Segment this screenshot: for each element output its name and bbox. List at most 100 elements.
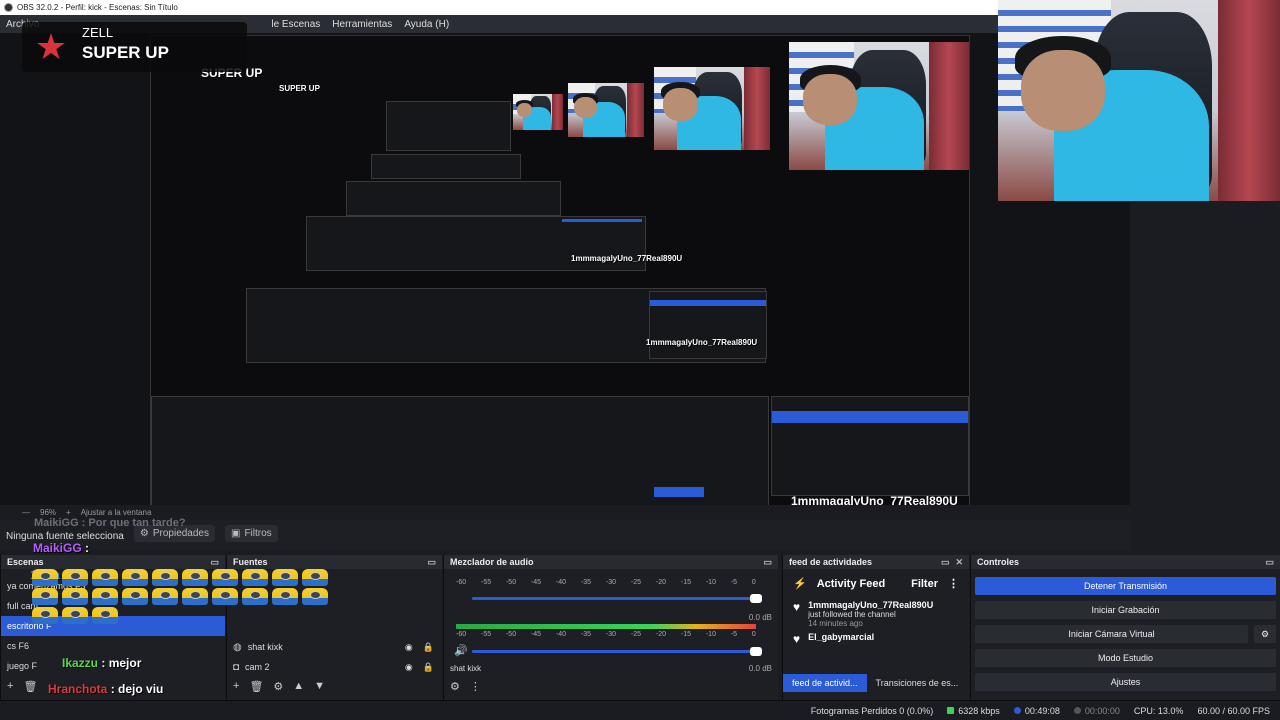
- undock-icon[interactable]: ▭: [763, 557, 772, 568]
- gear-icon: ⚙: [139, 528, 149, 539]
- source-settings-icon[interactable]: ⚙: [273, 680, 283, 693]
- feed-dock-title: feed de actividades ▭ ✕: [783, 555, 969, 569]
- webcam-nested-3: [568, 83, 644, 137]
- audio-meter: [456, 624, 756, 629]
- zoom-minus-icon[interactable]: —: [22, 508, 30, 517]
- undock-icon[interactable]: ▭: [427, 557, 436, 568]
- volume-knob-1[interactable]: [750, 594, 762, 603]
- menu-escenas[interactable]: le Escenas: [265, 19, 326, 30]
- feed-item-0: ♥ 1mmmagalyUno_77Real890U just followed …: [783, 598, 969, 630]
- overlay-name: ZELL: [82, 25, 114, 40]
- volume-fill-2: [472, 650, 762, 653]
- move-up-icon[interactable]: ▲: [293, 680, 304, 692]
- feed-header-label: Activity Feed: [816, 577, 886, 590]
- scene-label: full cam: [7, 601, 39, 611]
- fps-stat: 60.00 / 60.00 FPS: [1197, 705, 1270, 716]
- feed-item-name: El_gabymarcial: [808, 632, 875, 642]
- menu-herramientas[interactable]: Herramientas: [326, 19, 398, 30]
- undock-icon[interactable]: ▭: [941, 557, 950, 568]
- remove-source-icon[interactable]: 🗑: [249, 680, 263, 693]
- remove-scene-icon[interactable]: 🗑: [23, 680, 37, 693]
- chat-line-3: Hranchota : dejo viu: [48, 682, 164, 696]
- bitrate-stat: 6328 kbps: [947, 706, 1000, 716]
- undock-icon[interactable]: ▭: [1265, 557, 1274, 568]
- scene-label: juego F: [7, 661, 38, 671]
- mixer-scale-2: -60 -55 -50 -45 -40 -35 -30 -25 -20 -15 -10 -5 0: [456, 631, 756, 638]
- mixer-footer: ⚙ ⋮: [444, 678, 778, 694]
- sources-dock-title: Fuentes ▭: [227, 555, 442, 569]
- mixer-settings-icon[interactable]: ⚙: [450, 680, 460, 693]
- feed-item-name: 1mmmagalyUno_77Real890U: [808, 600, 934, 610]
- stream-time-value: 00:49:08: [1024, 705, 1060, 716]
- filters-button[interactable]: ▣ Filtros: [225, 525, 278, 542]
- properties-label: Propiedades: [152, 528, 209, 539]
- settings-button[interactable]: Ajustes: [975, 673, 1276, 691]
- nested-username-mid: 1mmmagalyUno_77Real890U: [646, 338, 758, 347]
- window-title: OBS 32.0.2 - Perfil: kick - Escenas: Sin…: [17, 3, 178, 12]
- webcam-nested-1: [789, 42, 969, 170]
- nested-super-up-small: SUPER UP: [279, 84, 320, 93]
- heart-icon: ♥: [793, 600, 801, 614]
- mixer-db-1: 0.0 dB: [748, 613, 772, 622]
- status-bar: Fotogramas Perdidos 0 (0.0%) 6328 kbps 0…: [0, 700, 1280, 720]
- add-source-icon[interactable]: +: [233, 680, 239, 692]
- chat-line-2: Ikazzu : mejor: [62, 656, 142, 670]
- controls-dock: Controles ▭ Detener Transmisión Iniciar …: [970, 555, 1280, 700]
- source-item-0[interactable]: ◍ shat kixk ◉ 🔒: [227, 637, 442, 657]
- feed-menu-icon[interactable]: ⋮: [948, 577, 959, 590]
- volume-slider-2[interactable]: [472, 647, 762, 656]
- sources-dock: Fuentes ▭ ◍ shat kixk ◉ 🔒 ◘ cam 2 ◉ 🔒 + 🗑 …: [226, 555, 442, 700]
- virtual-camera-button[interactable]: Iniciar Cámara Virtual: [975, 625, 1248, 643]
- stop-stream-button[interactable]: Detener Transmisión: [975, 577, 1276, 595]
- eye-icon[interactable]: ◉: [405, 662, 413, 673]
- stream-time-stat: 00:49:08: [1013, 705, 1060, 716]
- eye-icon[interactable]: ◉: [405, 642, 413, 653]
- fit-to-window-button[interactable]: Ajustar a la ventana: [81, 508, 152, 517]
- overlay-badge: ★ ZELL SUPER UP: [22, 22, 247, 72]
- nested-window-4: [371, 154, 521, 179]
- volume-slider-1[interactable]: [472, 594, 762, 603]
- program-stage[interactable]: 1mmmagalyUno_77Real890U 1mmmagalyUno_77R…: [150, 35, 970, 533]
- tab-feed[interactable]: feed de activid...: [783, 674, 867, 692]
- menu-ayuda[interactable]: Ayuda (H): [398, 19, 455, 30]
- mixer-scale-1: -60 -55 -50 -45 -40 -35 -30 -25 -20 -15 -10 -5 0: [456, 579, 756, 586]
- studio-mode-button[interactable]: Modo Estudio: [975, 649, 1276, 667]
- add-scene-icon[interactable]: +: [7, 680, 13, 692]
- scene-item-1[interactable]: full cam: [1, 596, 225, 616]
- feed-item-message: just followed the channel: [808, 610, 896, 619]
- scene-item-3[interactable]: cs F6: [1, 636, 225, 656]
- mixer-channel-name: shat kixk: [450, 664, 482, 673]
- source-item-1[interactable]: ◘ cam 2 ◉ 🔒: [227, 657, 442, 677]
- signal-icon: [947, 707, 955, 714]
- virtual-camera-settings-icon[interactable]: ⚙: [1254, 625, 1276, 643]
- undock-icon[interactable]: ▭: [210, 557, 219, 568]
- volume-knob-2[interactable]: [750, 647, 762, 656]
- preview-canvas[interactable]: 1mmmagalyUno_77Real890U 1mmmagalyUno_77R…: [0, 0, 1280, 533]
- scenes-dock-title: Escenas ▭: [1, 555, 225, 569]
- rec-time-stat: 00:00:00: [1073, 705, 1120, 716]
- cpu-stat: CPU: 13.0%: [1133, 705, 1184, 716]
- scene-label: cs F6: [7, 641, 30, 651]
- zoom-plus-icon[interactable]: +: [66, 508, 71, 517]
- scene-label: ya comenzamos F3: [7, 581, 86, 591]
- feed-header: ⚡ Activity Feed Filter ⋮: [783, 569, 969, 598]
- chat-line-1: 1kala :: [30, 568, 68, 582]
- nested-controls: [649, 291, 767, 359]
- feed-tabs: feed de activid... Transiciones de es...: [783, 674, 969, 692]
- source-label: cam 2: [245, 662, 270, 672]
- mixer-menu-icon[interactable]: ⋮: [470, 680, 481, 693]
- webcam-main: [998, 0, 1280, 201]
- tab-transitions[interactable]: Transiciones de es...: [867, 674, 968, 692]
- move-down-icon[interactable]: ▼: [314, 680, 325, 692]
- start-recording-button[interactable]: Iniciar Grabación: [975, 601, 1276, 619]
- lock-icon[interactable]: 🔒: [423, 662, 434, 673]
- speaker-icon[interactable]: 🔊: [454, 644, 468, 657]
- sources-title: Fuentes: [233, 557, 268, 567]
- feed-filter-button[interactable]: Filter: [911, 578, 938, 590]
- lock-icon[interactable]: 🔒: [423, 642, 434, 653]
- close-icon[interactable]: ✕: [955, 557, 963, 568]
- rec-time-value: 00:00:00: [1084, 705, 1120, 716]
- activity-feed-dock: feed de actividades ▭ ✕ ⚡ Activity Feed F…: [782, 555, 969, 700]
- nested-window-3: [346, 181, 561, 216]
- scene-item-2[interactable]: escritorio F: [1, 616, 225, 636]
